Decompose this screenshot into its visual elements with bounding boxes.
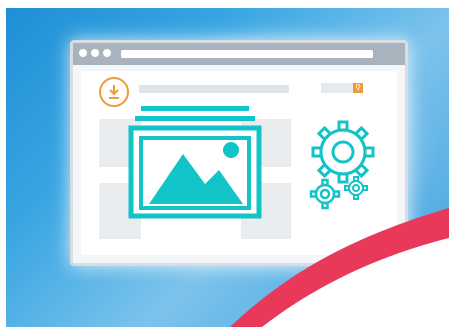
decorative-wave <box>230 208 449 327</box>
illustration-canvas: ⚲ <box>0 0 449 327</box>
